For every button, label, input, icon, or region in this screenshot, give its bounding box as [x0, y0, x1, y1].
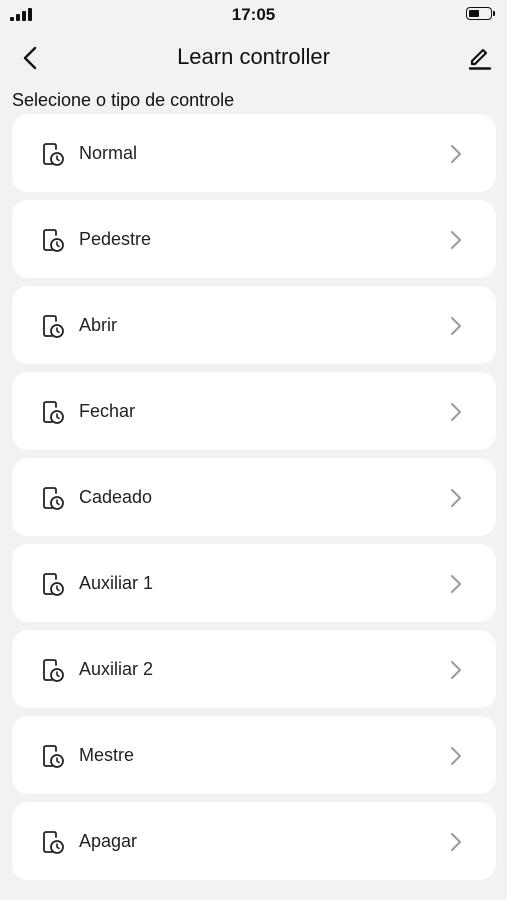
battery-level [469, 10, 479, 17]
list-item-label: Pedestre [79, 229, 152, 249]
list-item[interactable]: Mestre [12, 716, 496, 794]
status-time: 17:05 [231, 5, 276, 24]
list-item-label: Normal [79, 143, 138, 163]
chevron-right-icon [451, 403, 461, 421]
list-item[interactable]: Apagar [12, 802, 496, 880]
page-title: Learn controller [177, 44, 330, 69]
remote-clock-icon [43, 745, 64, 768]
controller-type-list: Normal Pedestre Abrir Fechar Cadeado Auxiliar… [12, 114, 496, 888]
list-item[interactable]: Fechar [12, 372, 496, 450]
remote-clock-icon [43, 831, 64, 854]
chevron-right-icon [451, 231, 461, 249]
edit-button[interactable] [462, 40, 498, 76]
navigation-bar: Learn controller [0, 38, 507, 78]
chevron-right-icon [451, 833, 461, 851]
list-item[interactable]: Auxiliar 1 [12, 544, 496, 622]
list-item[interactable]: Cadeado [12, 458, 496, 536]
list-item-label: Cadeado [79, 487, 153, 507]
list-item-label: Abrir [79, 315, 118, 335]
chevron-right-icon [451, 747, 461, 765]
chevron-right-icon [451, 317, 461, 335]
list-item-label: Mestre [79, 745, 135, 765]
remote-clock-icon [43, 401, 64, 424]
chevron-right-icon [451, 145, 461, 163]
battery-icon [466, 7, 495, 20]
remote-clock-icon [43, 315, 64, 338]
remote-clock-icon [43, 487, 64, 510]
section-header: Selecione o tipo de controle [12, 90, 235, 110]
remote-clock-icon [43, 573, 64, 596]
chevron-right-icon [451, 489, 461, 507]
remote-clock-icon [43, 143, 64, 166]
list-item[interactable]: Auxiliar 2 [12, 630, 496, 708]
remote-clock-icon [43, 659, 64, 682]
chevron-right-icon [451, 575, 461, 593]
list-item-label: Auxiliar 2 [79, 659, 154, 679]
remote-clock-icon [43, 229, 64, 252]
list-item-label: Apagar [79, 831, 138, 851]
chevron-right-icon [451, 661, 461, 679]
pencil-icon [468, 48, 492, 70]
list-item-label: Auxiliar 1 [79, 573, 154, 593]
list-item[interactable]: Normal [12, 114, 496, 192]
list-item[interactable]: Pedestre [12, 200, 496, 278]
status-bar: 17:05 [0, 0, 507, 30]
list-item[interactable]: Abrir [12, 286, 496, 364]
list-item-label: Fechar [79, 401, 136, 421]
